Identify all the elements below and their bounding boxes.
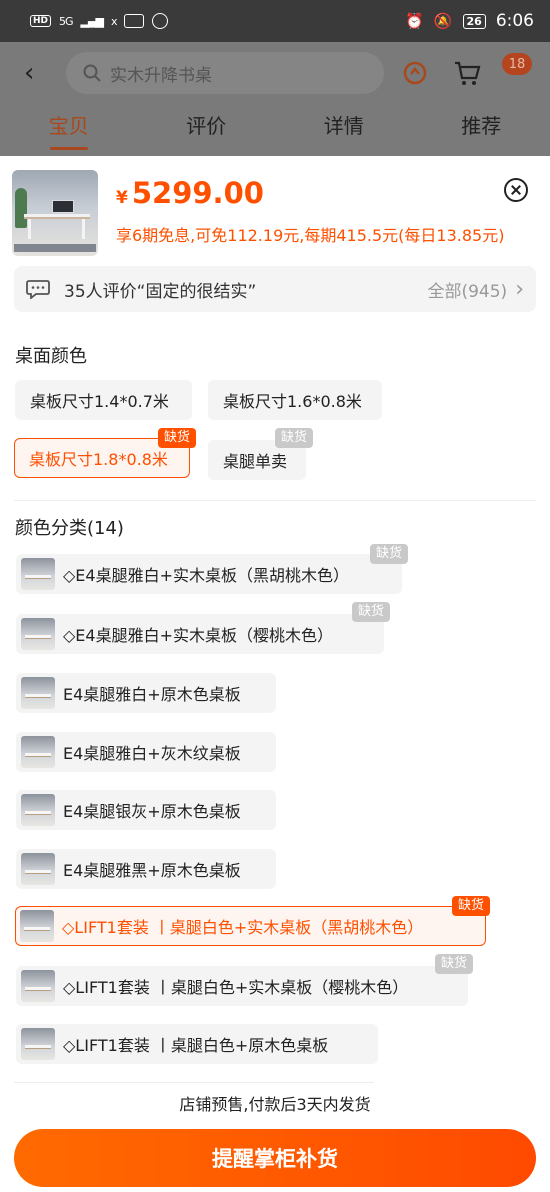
option-thumbnail [21,558,55,590]
presale-notice: 店铺预售,付款后3天内发货 [179,1095,371,1114]
search-icon [83,64,101,82]
option-thumbnail [21,853,55,885]
review-summary[interactable]: 35人评价“固定的很结实” 全部(945) › [14,266,536,312]
sku-selector-sheet: ¥ 5299.00 享6期免息,可免112.19元,每期415.5元(每日13.… [0,156,550,1192]
option-label: ◇LIFT1套装 丨桌腿白色+实木桌板（樱桃木色） [63,978,409,997]
option-label: 桌板尺寸1.4*0.7米 [30,392,169,411]
option-thumbnail [21,736,55,768]
divider [14,500,536,501]
option-label: E4桌腿雅白+原木色桌板 [63,685,241,704]
tab-recommend[interactable]: 推荐 [413,106,550,156]
signal-icon: ▂▄▆ [80,14,104,28]
tab-details[interactable]: 详情 [275,106,413,156]
option-thumbnail [21,677,55,709]
review-all-label: 全部(945) [427,281,508,302]
status-left: HD 5G ▂▄▆ x [30,13,169,29]
out-of-stock-tag: 缺货 [452,896,491,916]
divider [14,1082,374,1083]
mute-icon: 🔕 [433,12,453,30]
status-bar: HD 5G ▂▄▆ x ⏰ 🔕 26 6:06 [0,0,550,42]
tab-reviews[interactable]: 评价 [138,106,276,156]
color-option-3[interactable]: E4桌腿雅白+原木色桌板 [16,673,276,713]
out-of-stock-tag: 缺货 [158,428,197,448]
option-label: 桌板尺寸1.8*0.8米 [29,450,168,469]
price-value: 5299.00 [131,176,264,210]
option-label: ◇E4桌腿雅白+实木桌板（黑胡桃木色） [63,566,350,585]
product-price: ¥ 5299.00 [116,176,264,210]
cart-icon[interactable] [452,58,482,88]
option-thumbnail [21,1028,55,1060]
search-placeholder: 实木升降书桌 [110,65,212,86]
color-option-7[interactable]: ◇LIFT1套装 丨桌腿白色+实木桌板（黑胡桃木色） [15,906,486,946]
option-label: 桌板尺寸1.6*0.8米 [223,392,362,411]
section-title-color: 颜色分类(14) [15,518,124,539]
review-all[interactable]: 全部(945) › [427,277,524,302]
color-option-2[interactable]: ◇E4桌腿雅白+实木桌板（樱桃木色） [16,614,384,654]
out-of-stock-tag: 缺货 [275,428,314,448]
color-option-6[interactable]: E4桌腿雅黑+原木色桌板 [16,849,276,889]
option-label: E4桌腿雅白+灰木纹桌板 [63,744,241,763]
option-size-1.4[interactable]: 桌板尺寸1.4*0.7米 [15,380,192,420]
out-of-stock-tag: 缺货 [370,544,409,564]
price-currency: ¥ [116,188,128,208]
option-thumbnail [21,618,55,650]
option-label: ◇LIFT1套装 丨桌腿白色+原木色桌板 [63,1036,329,1055]
tab-bar: 宝贝 评价 详情 推荐 [0,106,550,156]
alarm-icon: ⏰ [405,12,424,30]
search-bar[interactable]: 实木升降书桌 [66,52,384,94]
option-label: 桌腿单卖 [223,452,288,471]
app-notification-icon [124,14,145,28]
option-thumbnail [21,794,55,826]
option-size-1.6[interactable]: 桌板尺寸1.6*0.8米 [208,380,382,420]
notify-restock-button[interactable]: 提醒掌柜补货 [14,1129,536,1187]
page-header: ‹ 实木升降书桌 18 宝贝 评价 详情 推荐 [0,42,550,156]
option-thumbnail [21,970,55,1002]
option-thumbnail [20,910,54,942]
option-label: ◇LIFT1套装 丨桌腿白色+实木桌板（黑胡桃木色） [62,918,424,937]
app-notification-icon-2 [152,13,169,29]
option-label: E4桌腿雅黑+原木色桌板 [63,861,241,880]
clock: 6:06 [495,11,534,31]
review-text: 35人评价“固定的很结实” [64,281,257,302]
signal-off-icon: x [110,14,117,28]
status-right: ⏰ 🔕 26 6:06 [405,11,534,31]
battery-indicator: 26 [462,13,486,29]
installment-promo: 享6期免息,可免112.19元,每期415.5元(每日13.85元) [116,226,505,245]
tab-item[interactable]: 宝贝 [0,106,138,156]
product-thumbnail[interactable] [12,170,98,256]
refresh-icon[interactable] [400,58,430,88]
section-title-surface: 桌面颜色 [15,346,87,367]
option-label: E4桌腿银灰+原木色桌板 [63,802,241,821]
chat-icon [26,280,50,299]
color-option-8[interactable]: ◇LIFT1套装 丨桌腿白色+实木桌板（樱桃木色） [16,966,468,1006]
hd-indicator: HD [30,15,52,27]
network-5g-icon: 5G [59,14,73,28]
color-option-4[interactable]: E4桌腿雅白+灰木纹桌板 [16,732,276,772]
option-label: ◇E4桌腿雅白+实木桌板（樱桃木色） [63,626,334,645]
color-option-5[interactable]: E4桌腿银灰+原木色桌板 [16,790,276,830]
close-icon[interactable] [504,178,528,202]
color-option-1[interactable]: ◇E4桌腿雅白+实木桌板（黑胡桃木色） [16,554,402,594]
cart-badge: 18 [502,53,532,75]
out-of-stock-tag: 缺货 [435,954,474,974]
chevron-right-icon: › [515,276,524,302]
out-of-stock-tag: 缺货 [352,602,391,622]
color-option-9[interactable]: ◇LIFT1套装 丨桌腿白色+原木色桌板 [16,1024,378,1064]
back-icon[interactable]: ‹ [24,58,46,88]
